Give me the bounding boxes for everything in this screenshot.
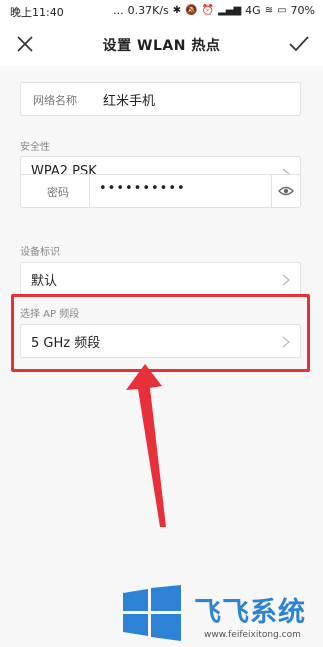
status-icons: ... 0.37K/s ✱ 🔕 ⏰ ▂▄▆ 4G ≋ ▭ 70% [113,4,315,17]
net-speed: 0.37K/s [127,4,169,17]
password-label: 密码 [47,186,69,199]
wifi-icon: ≋ [264,4,274,16]
highlight-box [11,294,310,372]
mute-icon: 🔕 [185,4,198,16]
signal-icon: ▂▄▆ [218,4,242,16]
device-select[interactable]: 默认 [20,262,301,296]
device-value: 默认 [31,274,58,289]
password-field[interactable]: 密码 •••••••••• [20,174,301,208]
watermark-url: www.feifeixitong.com [204,630,301,640]
chevron-right-icon [282,274,290,286]
security-section-label: 安全性 [20,142,50,153]
network-name-field[interactable]: 网络名称 红米手机 [20,82,301,116]
password-divider-left [89,175,90,207]
password-divider-right [271,175,272,207]
password-value[interactable]: •••••••••• [99,181,186,196]
status-time: 晚上11:40 [10,6,64,19]
nav-bar: 设置 WLAN 热点 [0,22,323,66]
page-title: 设置 WLAN 热点 [102,38,221,54]
network-name-value[interactable]: 红米手机 [103,90,155,109]
eye-icon[interactable] [278,184,294,198]
red-arrow-annotation [126,364,166,527]
network-type: 4G [245,4,261,17]
alarm-icon: ⏰ [201,4,215,16]
battery-icon: ▭ [277,4,287,16]
check-icon[interactable] [287,32,311,56]
windows-logo-icon [123,585,181,641]
watermark-brand: 飞飞系统 [194,597,306,628]
network-name-label: 网络名称 [33,94,77,107]
bluetooth-icon: ✱ [172,4,182,16]
status-dots: ... [113,4,124,17]
battery-level: 70% [290,4,315,17]
status-bar: 晚上11:40 ... 0.37K/s ✱ 🔕 ⏰ ▂▄▆ 4G ≋ ▭ 70% [0,0,323,22]
device-section-label: 设备标识 [20,247,60,258]
